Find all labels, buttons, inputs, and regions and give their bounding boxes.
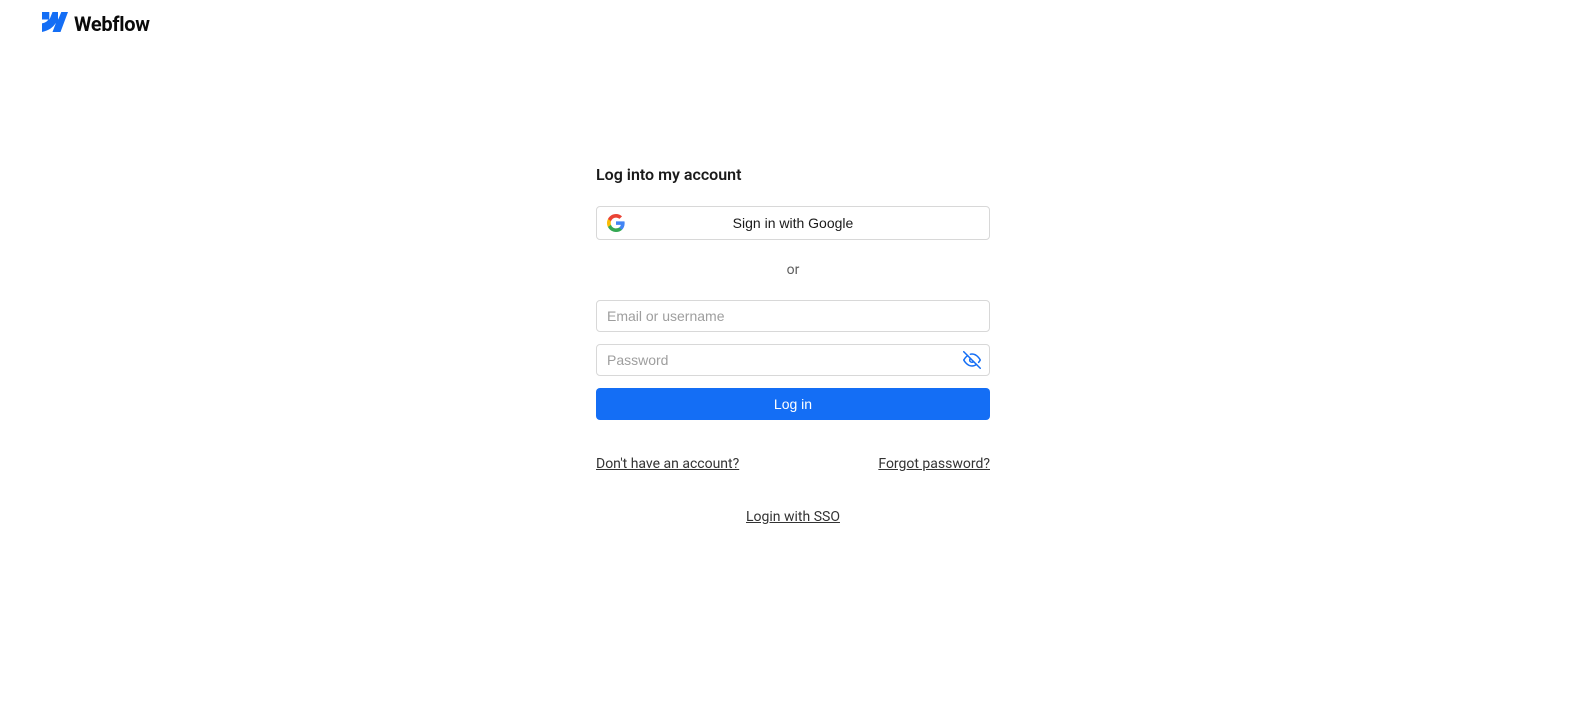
forgot-password-link[interactable]: Forgot password? [878,456,990,472]
login-submit-button[interactable]: Log in [596,388,990,420]
google-signin-button[interactable]: Sign in with Google [596,206,990,240]
divider-text: or [596,262,990,278]
password-field-wrapper [596,344,990,376]
signup-link[interactable]: Don't have an account? [596,456,739,472]
sso-login-link[interactable]: Login with SSO [746,509,840,525]
brand-logo[interactable]: Webflow [38,12,150,36]
login-form: Log into my account Sign in with Google … [596,165,990,525]
password-input[interactable] [596,344,990,376]
login-title: Log into my account [596,165,990,184]
toggle-password-visibility-icon[interactable] [962,350,982,370]
email-input[interactable] [596,300,990,332]
google-signin-label: Sign in with Google [733,215,854,231]
webflow-logo-icon [38,12,68,36]
links-row: Don't have an account? Forgot password? [596,456,990,472]
brand-name: Webflow [74,12,150,36]
sso-row: Login with SSO [596,506,990,525]
google-icon [607,214,625,232]
